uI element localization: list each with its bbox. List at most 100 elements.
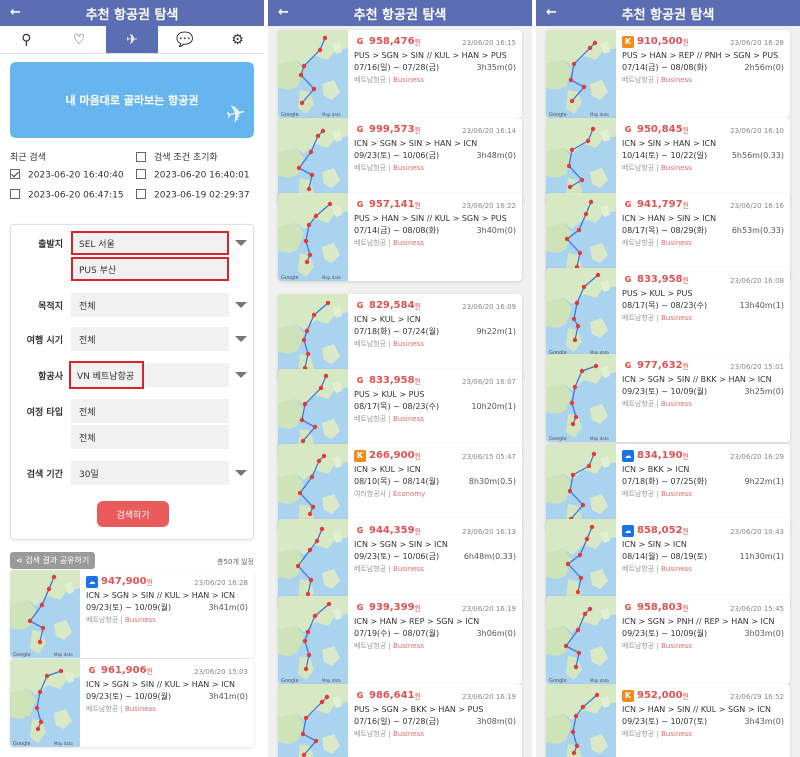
- timestamp: 23/06/19 16:52: [730, 693, 784, 701]
- travel-dates: 07/18(화) ~ 07/25(화): [622, 477, 708, 486]
- chevron-down-icon[interactable]: [235, 470, 247, 476]
- flight-card[interactable]: Google Map data G 833,958원 23/06/20 16:08…: [546, 268, 790, 356]
- currency: 원: [682, 692, 689, 701]
- back-arrow-icon[interactable]: ←: [546, 0, 557, 26]
- currency: 원: [414, 604, 421, 613]
- duration: 3h40m(0): [476, 226, 516, 235]
- price: 941,797: [637, 199, 683, 210]
- flight-card[interactable]: Google Map data G 957,141원 23/06/20 16:22…: [278, 193, 522, 281]
- duration: 3h43m(0): [744, 717, 784, 726]
- airline-name: 베트남항공: [622, 730, 655, 738]
- flight-info: G 961,906원 23/06/20 15:03 ICN > SGN > SIN…: [86, 665, 248, 713]
- flight-card[interactable]: Google Map data G 958,803원 23/06/20 15:45…: [546, 596, 790, 684]
- svg-text:Map data: Map data: [54, 741, 73, 746]
- currency: 원: [682, 38, 689, 47]
- route-text: ICN > SGN > SIN // BKK > HAN > ICN: [622, 375, 772, 384]
- recent-item[interactable]: 2023-06-19 02:29:37: [136, 189, 250, 201]
- airline-select[interactable]: VN 베트남항공: [68, 361, 229, 389]
- duration: 3h06m(0): [476, 629, 516, 638]
- cabin-class: Business: [661, 642, 692, 650]
- share-results-button[interactable]: ⋖ 검색 결과 공유하기: [10, 552, 96, 569]
- banner-text: 내 마음대로 골라보는 항공권: [65, 94, 199, 107]
- price: 950,845: [637, 124, 683, 135]
- duration: 3h41m(0): [208, 692, 248, 701]
- recent-item[interactable]: 2023-06-20 06:47:15: [10, 189, 124, 201]
- currency: 원: [414, 201, 421, 210]
- trip-type-select-1[interactable]: 전체: [71, 399, 229, 423]
- tab-favorites[interactable]: ♡: [53, 26, 106, 53]
- departure-select-2[interactable]: PUS 부산: [71, 257, 229, 281]
- skyscanner-logo-icon: ☁: [622, 525, 634, 537]
- back-arrow-icon[interactable]: ←: [278, 0, 289, 26]
- tab-search[interactable]: ⚲: [0, 26, 53, 53]
- flight-card[interactable]: Google Map data K 910,500원 23/06/20 16:28…: [546, 30, 790, 118]
- trip-type-select-2[interactable]: 전체: [71, 425, 229, 449]
- flight-card[interactable]: Google Map data G944,359원 23/06/20 16:13…: [278, 519, 522, 607]
- gear-icon: ⚙: [231, 31, 244, 48]
- airline-name: 베트남항공: [354, 164, 387, 172]
- recent-item[interactable]: 2023-06-20 16:40:01: [136, 169, 250, 181]
- route-text: PUS > KUL > PUS: [354, 390, 425, 399]
- departure-label: 출발지: [38, 239, 63, 250]
- price: 858,052: [637, 525, 683, 536]
- tab-chat[interactable]: 💬: [158, 26, 211, 53]
- tab-settings[interactable]: ⚙: [211, 26, 264, 53]
- svg-text:Map data: Map data: [54, 652, 73, 657]
- destination-select[interactable]: 전체: [71, 293, 229, 317]
- airline-name: 베트남항공: [622, 76, 655, 84]
- route-map: Google Map data: [546, 519, 616, 607]
- flight-card[interactable]: Google Map data G 961,906원 23/06/20 15:03…: [10, 659, 254, 747]
- price: 834,190: [637, 450, 683, 461]
- cabin-class: Business: [393, 730, 424, 738]
- period-select[interactable]: 전체: [71, 327, 229, 351]
- price: 947,900: [101, 576, 147, 587]
- chevron-down-icon[interactable]: [235, 372, 247, 378]
- airline-name: 베트남항공: [354, 76, 387, 84]
- google-logo-icon: G: [354, 36, 366, 48]
- google-logo-icon: G: [622, 360, 634, 372]
- flight-info: G 833,958원 23/06/20 16:08 PUS > KUL > PUS…: [622, 274, 784, 322]
- cabin-class: Business: [661, 400, 692, 408]
- checkbox-icon: [136, 189, 146, 199]
- back-arrow-icon[interactable]: ←: [10, 0, 21, 26]
- departure-select-1[interactable]: SEL 서울: [71, 231, 229, 255]
- airline-name: 베트남항공: [622, 239, 655, 247]
- flight-info: G 939,399원 23/06/20 16:19 ICN > HAN > REP…: [354, 602, 516, 650]
- chevron-down-icon[interactable]: [235, 240, 247, 246]
- flight-card[interactable]: Google Map data ☁858,052원 23/06/20 10:43…: [546, 519, 790, 607]
- recent-item[interactable]: 2023-06-20 16:40:40: [10, 169, 124, 181]
- timestamp: 23/06/20 16:19: [462, 605, 516, 613]
- flight-card[interactable]: Google Map data K952,000원 23/06/19 16:52…: [546, 684, 790, 757]
- flight-card[interactable]: Google Map data G 958,476원 23/06/20 16:15…: [278, 30, 522, 118]
- chevron-down-icon[interactable]: [235, 302, 247, 308]
- airline-name: 베트남항공: [622, 490, 655, 498]
- flight-card[interactable]: Google Map data G986,641원 23/06/20 16:19…: [278, 684, 522, 757]
- chevron-down-icon[interactable]: [235, 336, 247, 342]
- range-label: 검색 기간: [26, 469, 63, 480]
- travel-dates: 07/16(일) ~ 07/28(금): [354, 63, 440, 72]
- flight-card[interactable]: Google Map data G 939,399원 23/06/20 16:19…: [278, 596, 522, 684]
- cabin-class: Business: [393, 164, 424, 172]
- results-panel-3: ← 추천 항공권 탐색 Google Map data K 910,500원 23…: [536, 0, 800, 757]
- flight-info: G 941,797원 23/06/20 16:16 ICN > HAN > SIN…: [622, 199, 784, 247]
- cabin-class: Economy: [393, 490, 426, 498]
- range-row: 검색 기간 30일: [11, 461, 253, 485]
- page-title: 추천 항공권 탐색: [621, 7, 715, 23]
- reset-conditions[interactable]: 검색 조건 초기화: [136, 150, 218, 163]
- banner[interactable]: 내 마음대로 골라보는 항공권 ✈: [10, 62, 254, 138]
- timestamp: 23/06/20 16:08: [730, 277, 784, 285]
- google-logo-icon: G: [354, 690, 366, 702]
- duration: 8h30m(0.5): [468, 477, 516, 486]
- flight-card[interactable]: Google Map data ☁ 947,900원 23/06/20 16:28…: [10, 570, 254, 658]
- recent-searches: 최근 검색 검색 조건 초기화 2023-06-20 16:40:40 2023…: [10, 150, 254, 210]
- search-panel: ← 추천 항공권 탐색 ⚲ ♡ ✈ 💬 ⚙ 내 마음대로 골라보는 항공권 ✈ …: [0, 0, 264, 757]
- route-map: Google Map data: [278, 684, 348, 757]
- price: 833,958: [637, 274, 683, 285]
- share-row: ⋖ 검색 결과 공유하기 총50개 일정: [10, 552, 254, 570]
- range-select[interactable]: 30일: [71, 461, 229, 485]
- search-button[interactable]: 검색하기: [97, 501, 169, 527]
- flight-card[interactable]: Google Map data G 977,632원 23/06/20 15:01…: [546, 354, 790, 442]
- travel-dates: 09/23(토) ~ 10/06(금): [354, 151, 440, 160]
- tab-ticket[interactable]: ✈: [105, 26, 159, 53]
- airline-row: 항공사 VN 베트남항공: [11, 361, 253, 389]
